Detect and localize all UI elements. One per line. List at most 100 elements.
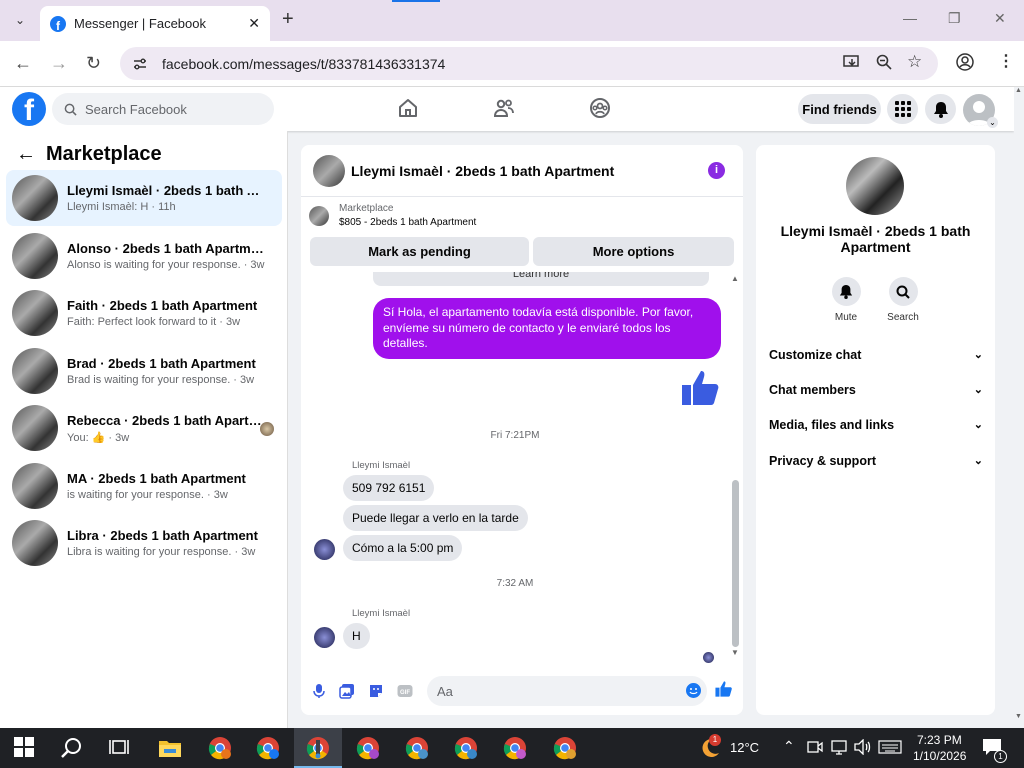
facebook-logo[interactable]: f xyxy=(12,92,46,126)
chrome-icon[interactable] xyxy=(256,736,280,760)
customize-chat-section[interactable]: Customize chat ⌄ xyxy=(769,348,983,362)
chat-members-section[interactable]: Chat members ⌄ xyxy=(769,383,983,397)
info-icon[interactable]: i xyxy=(708,162,725,179)
listing-thumbnail xyxy=(12,290,58,336)
find-friends-button[interactable]: Find friends xyxy=(798,94,881,124)
learn-more-button[interactable]: Learn more xyxy=(373,272,709,286)
chrome-icon[interactable] xyxy=(405,736,429,760)
sender-name: Lleymi Ismaèl xyxy=(352,608,411,619)
page-scroll-up-icon[interactable]: ▲ xyxy=(1015,87,1022,94)
chat-thumbnail[interactable] xyxy=(313,154,345,187)
search-icon[interactable] xyxy=(60,736,84,760)
conversation-title: MA · 2beds 1 bath Apartment xyxy=(67,471,246,486)
page-scroll-down-icon[interactable]: ▼ xyxy=(1015,713,1022,720)
message-scrollbar[interactable]: ▲ ▼ xyxy=(731,274,739,657)
file-explorer-icon[interactable] xyxy=(158,736,182,760)
scroll-up-icon[interactable]: ▲ xyxy=(731,274,739,283)
windows-start-icon[interactable] xyxy=(13,736,37,760)
address-bar-row: ← → ↻ facebook.com/messages/t/8337814363… xyxy=(0,41,1024,87)
chrome-icon[interactable] xyxy=(454,736,478,760)
conversation-preview: is waiting for your response. · 3w xyxy=(67,489,228,501)
task-view-icon[interactable] xyxy=(108,736,132,760)
account-chevron-icon[interactable]: ⌄ xyxy=(987,117,998,128)
listing-summary[interactable]: Marketplace $805 - 2beds 1 bath Apartmen… xyxy=(309,203,476,228)
tab-search-dropdown-icon[interactable]: ⌄ xyxy=(6,8,34,32)
incoming-message: 509 792 6151 xyxy=(343,475,435,501)
chrome-icon[interactable] xyxy=(503,736,527,760)
listing-thumbnail xyxy=(12,233,58,279)
back-icon[interactable]: ← xyxy=(14,53,32,74)
new-tab-icon[interactable]: + xyxy=(282,8,294,31)
conversation-item[interactable]: MA · 2beds 1 bath Apartment is waiting fo… xyxy=(6,458,282,514)
tray-chevron-up-icon[interactable]: ⌃ xyxy=(783,738,795,755)
search-in-conversation-button[interactable]: Search xyxy=(878,277,928,323)
conversation-item[interactable]: Brad · 2beds 1 bath Apartment Brad is wai… xyxy=(6,343,282,399)
microphone-icon[interactable] xyxy=(311,683,327,699)
gif-icon[interactable]: GIF xyxy=(397,683,413,699)
conversation-title: Rebecca · 2beds 1 bath Apartment xyxy=(67,412,267,428)
conversation-item[interactable]: Alonso · 2beds 1 bath Apartment Alonso is… xyxy=(6,228,282,284)
friends-icon[interactable] xyxy=(493,97,515,119)
like-send-icon[interactable] xyxy=(715,680,733,703)
listing-thumbnail xyxy=(12,405,58,451)
bookmark-star-icon[interactable]: ☆ xyxy=(907,52,922,72)
back-arrow-icon[interactable]: ← xyxy=(16,143,36,166)
install-app-icon[interactable] xyxy=(843,54,861,74)
browser-tab[interactable]: f Messenger | Facebook ✕ xyxy=(40,6,270,41)
zoom-icon[interactable] xyxy=(876,54,892,74)
listing-thumbnail xyxy=(12,348,58,394)
conversation-list-panel: ← Marketplace Lleymi Ismaèl · 2beds 1 ba… xyxy=(0,131,288,728)
browser-menu-icon[interactable]: ⋮ xyxy=(998,51,1014,71)
keyboard-icon[interactable] xyxy=(878,740,902,764)
sticker-icon[interactable] xyxy=(368,683,384,699)
restore-icon[interactable]: ❐ xyxy=(948,10,961,27)
chrome-icon[interactable] xyxy=(356,736,380,760)
scroll-thumb[interactable] xyxy=(732,480,739,647)
message-input[interactable]: Aa xyxy=(427,676,707,706)
svg-text:GIF: GIF xyxy=(400,690,410,696)
network-icon[interactable] xyxy=(831,739,855,763)
conversation-item[interactable]: Faith · 2beds 1 bath Apartment Faith: Per… xyxy=(6,285,282,341)
scroll-down-icon[interactable]: ▼ xyxy=(731,648,739,657)
camera-icon[interactable] xyxy=(807,739,831,763)
omnibox[interactable]: facebook.com/messages/t/833781436331374 xyxy=(120,47,938,80)
forward-icon[interactable]: → xyxy=(50,53,68,74)
minimize-icon[interactable]: — xyxy=(903,10,917,26)
chrome-icon[interactable] xyxy=(306,736,330,760)
groups-icon[interactable] xyxy=(589,97,611,119)
emoji-icon[interactable] xyxy=(686,683,701,698)
mark-as-pending-button[interactable]: Mark as pending xyxy=(310,237,529,266)
clock-date[interactable]: 1/10/2026 xyxy=(913,749,966,763)
volume-icon[interactable] xyxy=(854,738,878,763)
site-settings-icon[interactable] xyxy=(132,56,148,72)
search-placeholder: Search Facebook xyxy=(85,101,187,117)
chat-title[interactable]: Lleymi Ismaèl · 2beds 1 bath Apartment xyxy=(351,163,614,179)
reload-icon[interactable]: ↻ xyxy=(86,53,101,74)
media-files-links-section[interactable]: Media, files and links ⌄ xyxy=(769,418,983,432)
conversation-item[interactable]: Rebecca · 2beds 1 bath Apartment You: 👍 ·… xyxy=(6,400,282,456)
outgoing-message: Sí Hola, el apartamento todavía está dis… xyxy=(373,298,721,359)
bell-icon xyxy=(831,277,861,306)
facebook-favicon-icon: f xyxy=(50,15,66,32)
clock-time[interactable]: 7:23 PM xyxy=(917,733,962,747)
window-close-icon[interactable]: ✕ xyxy=(994,10,1006,27)
conversation-item[interactable]: Lleymi Ismaèl · 2beds 1 bath Apart... Lle… xyxy=(6,170,282,226)
more-options-button[interactable]: More options xyxy=(533,237,734,266)
timestamp: Fri 7:21PM xyxy=(490,430,540,441)
chrome-icon[interactable] xyxy=(553,736,577,760)
photo-icon[interactable] xyxy=(339,683,355,699)
tab-close-icon[interactable]: ✕ xyxy=(248,15,260,32)
chrome-icon[interactable] xyxy=(208,736,232,760)
privacy-support-section[interactable]: Privacy & support ⌄ xyxy=(769,454,983,468)
profile-icon[interactable] xyxy=(956,53,974,75)
url-text: facebook.com/messages/t/833781436331374 xyxy=(162,55,446,72)
notifications-bell-icon[interactable] xyxy=(925,94,956,124)
mute-button[interactable]: Mute xyxy=(821,277,871,323)
search-facebook-input[interactable]: Search Facebook xyxy=(52,93,274,125)
weather-temp[interactable]: 12°C xyxy=(730,740,759,755)
page-scrollbar[interactable]: ▲ ▼ xyxy=(1014,87,1024,728)
home-icon[interactable] xyxy=(397,97,419,119)
incoming-message: Cómo a la 5:00 pm xyxy=(343,535,463,561)
conversation-item[interactable]: Libra · 2beds 1 bath Apartment Libra is w… xyxy=(6,515,282,571)
menu-grid-icon[interactable] xyxy=(887,94,918,124)
